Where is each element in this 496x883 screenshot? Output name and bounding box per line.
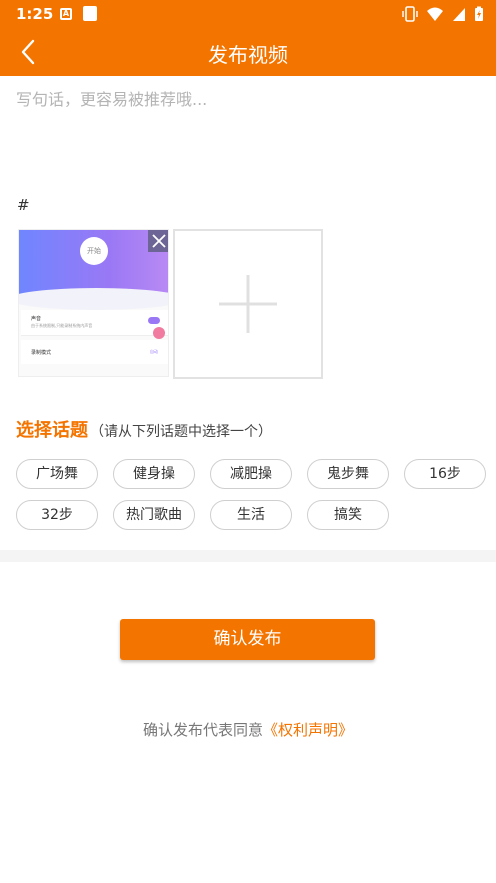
page-title: 发布视频 bbox=[208, 43, 288, 67]
topic-tag[interactable]: 健身操 bbox=[113, 459, 195, 489]
confirm-publish-button[interactable]: 确认发布 bbox=[120, 619, 375, 660]
agreement-prefix: 确认发布代表同意 bbox=[142, 721, 263, 739]
thumbnail-mode-value: 自动 bbox=[150, 349, 158, 354]
status-icons bbox=[402, 6, 484, 22]
topic-tag[interactable]: 16步 bbox=[404, 459, 486, 489]
status-time: 1:25 bbox=[16, 5, 54, 23]
thumbnail-mode-title: 录制模式 bbox=[31, 350, 52, 356]
thumbnail-sound-title: 声音 bbox=[31, 316, 42, 322]
thumbnail-sound-subtitle: 由于系统限制,只能录制系统内声音 bbox=[31, 323, 93, 328]
video-thumbnail[interactable]: 开始 声音 由于系统限制,只能录制系统内声音 录制模式 自动 bbox=[18, 229, 169, 377]
thumbnail-cloud bbox=[19, 288, 168, 310]
battery-charging-icon bbox=[475, 6, 483, 21]
topic-hint: （请从下列话题中选择一个） bbox=[90, 424, 272, 440]
thumbnail-toggle-icon bbox=[148, 317, 160, 324]
square-notification-icon bbox=[83, 6, 97, 21]
a-notification-icon: A bbox=[60, 8, 72, 20]
section-divider bbox=[0, 550, 496, 562]
topic-tag[interactable]: 减肥操 bbox=[210, 459, 292, 489]
topic-tag-list: 广场舞 健身操 减肥操 鬼步舞 16步 32步 热门歌曲 生活 搞笑 bbox=[16, 459, 486, 530]
hashtag-symbol: # bbox=[17, 196, 30, 214]
rights-statement-link[interactable]: 《权利声明》 bbox=[263, 721, 353, 739]
topic-tag[interactable]: 广场舞 bbox=[16, 459, 98, 489]
topic-tag[interactable]: 生活 bbox=[210, 500, 292, 530]
wifi-icon bbox=[427, 7, 443, 21]
thumbnail-record-icon bbox=[153, 327, 165, 339]
post-text-input[interactable] bbox=[16, 86, 480, 186]
agreement-text: 确认发布代表同意《权利声明》 bbox=[0, 719, 496, 740]
vibrate-icon bbox=[402, 6, 418, 22]
signal-icon bbox=[453, 8, 465, 21]
thumbnail-start-button: 开始 bbox=[80, 237, 108, 265]
close-icon bbox=[152, 234, 166, 248]
plus-icon bbox=[219, 275, 277, 333]
add-video-button[interactable] bbox=[173, 229, 323, 379]
topic-header: 选择话题 （请从下列话题中选择一个） bbox=[16, 416, 272, 442]
thumbnail-mode-row: 录制模式 自动 bbox=[21, 340, 168, 364]
topic-tag[interactable]: 鬼步舞 bbox=[307, 459, 389, 489]
remove-video-button[interactable] bbox=[148, 230, 168, 252]
topic-title: 选择话题 bbox=[16, 420, 88, 441]
thumbnail-sound-row: 声音 由于系统限制,只能录制系统内声音 bbox=[21, 310, 168, 336]
status-bar: 1:25 A bbox=[0, 0, 496, 28]
topic-tag[interactable]: 32步 bbox=[16, 500, 98, 530]
app-bar: 发布视频 bbox=[0, 28, 496, 76]
topic-tag[interactable]: 热门歌曲 bbox=[113, 500, 195, 530]
topic-tag[interactable]: 搞笑 bbox=[307, 500, 389, 530]
